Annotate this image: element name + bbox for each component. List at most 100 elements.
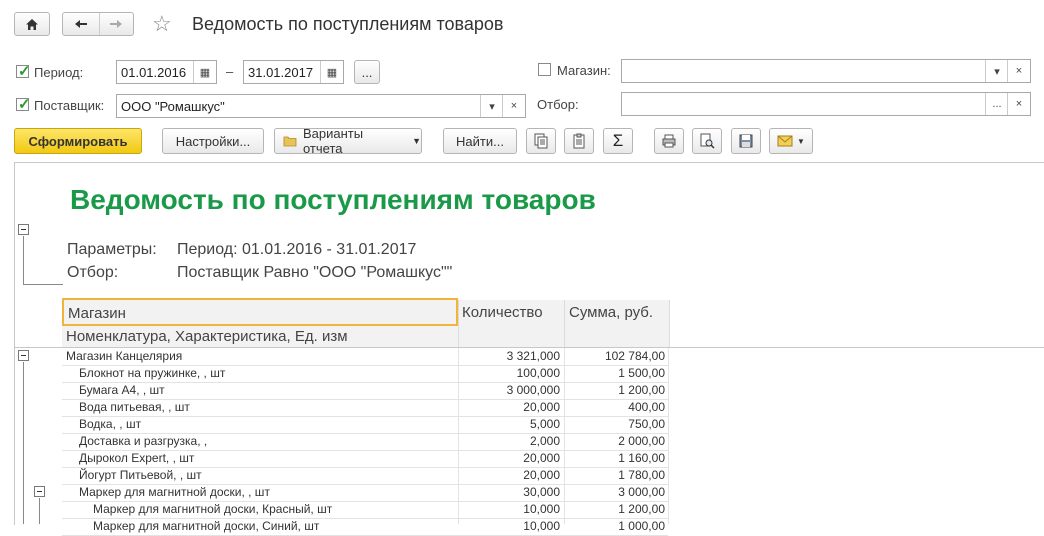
report-title: Ведомость по поступлениям товаров <box>70 184 596 215</box>
row-sum: 1 200,00 <box>618 502 665 516</box>
row-name: Маркер для магнитной доски, Красный, шт <box>93 502 333 516</box>
table-row[interactable]: Водка, , шт 5,000 750,00 <box>62 416 668 434</box>
row-sum: 3 000,00 <box>618 485 665 499</box>
period-checkbox[interactable]: ✓ <box>16 63 31 80</box>
row-sum: 1 200,00 <box>618 383 665 397</box>
table-row[interactable]: Доставка и разгрузка, , 2,000 2 000,00 <box>62 433 668 451</box>
row-name: Доставка и разгрузка, , <box>79 434 208 448</box>
table-row[interactable]: Маркер для магнитной доски, Синий, шт 10,… <box>62 518 668 536</box>
calendar-icon[interactable]: ▦ <box>193 61 216 83</box>
clear-icon[interactable]: × <box>502 95 525 117</box>
preview-button[interactable] <box>692 128 722 154</box>
row-qty: 100,000 <box>516 366 560 380</box>
header-qty-label: Количество <box>462 304 543 321</box>
table-row[interactable]: Блокнот на пружинке, , шт 100,000 1 500,00 <box>62 365 668 383</box>
find-button[interactable]: Найти... <box>443 128 517 154</box>
header-sum-label: Сумма, руб. <box>569 304 654 321</box>
col-divider-qty <box>458 348 459 524</box>
period-label: Период: <box>34 65 84 80</box>
copy-button[interactable] <box>526 128 556 154</box>
selection-label: Отбор: <box>537 97 579 112</box>
row-qty: 5,000 <box>529 417 560 431</box>
header-cell-item: Номенклатура, Характеристика, Ед. изм <box>62 326 458 348</box>
params-value: Период: 01.01.2016 - 31.01.2017 <box>177 241 417 258</box>
table-row[interactable]: Йогурт Питьевой, , шт 20,000 1 780,00 <box>62 467 668 485</box>
row-qty: 30,000 <box>523 485 560 499</box>
generate-button[interactable]: Сформировать <box>14 128 142 154</box>
home-button[interactable] <box>14 12 50 36</box>
supplier-field[interactable]: ООО "Ромашкус" ▾ × <box>116 94 526 118</box>
row-name: Водка, , шт <box>79 417 142 431</box>
sigma-icon: Σ <box>612 131 624 150</box>
row-qty: 10,000 <box>523 519 560 533</box>
period-from-field[interactable]: 01.01.2016 ▦ <box>116 60 217 84</box>
params-label: Параметры: <box>67 241 157 258</box>
outline-line <box>23 236 24 284</box>
floppy-disk-icon <box>739 134 753 148</box>
chevron-down-icon: ▼ <box>412 136 421 146</box>
supplier-checkbox[interactable]: ✓ <box>16 96 31 113</box>
filter-label: Отбор: <box>67 264 119 281</box>
header-item-label: Номенклатура, Характеристика, Ед. изм <box>66 328 348 345</box>
paste-button[interactable] <box>564 128 594 154</box>
document-copy-icon <box>534 133 548 149</box>
header-cell-shop[interactable]: Магазин <box>62 298 458 326</box>
forward-button[interactable] <box>99 13 133 35</box>
row-sum: 750,00 <box>628 417 665 431</box>
chevron-down-icon[interactable]: ▾ <box>985 60 1008 82</box>
folder-icon <box>283 136 297 147</box>
row-name: Блокнот на пружинке, , шт <box>79 366 226 380</box>
selection-field[interactable]: ... × <box>621 92 1031 116</box>
table-row[interactable]: Маркер для магнитной доски, Красный, шт 1… <box>62 501 668 519</box>
send-email-button[interactable]: ▼ <box>769 128 813 154</box>
clear-icon[interactable]: × <box>1007 93 1030 115</box>
table-row[interactable]: Дырокол Expert, , шт 20,000 1 160,00 <box>62 450 668 468</box>
document-paste-icon <box>573 133 585 149</box>
outline-line <box>23 284 63 285</box>
arrow-left-icon <box>75 20 87 28</box>
row-sum: 400,00 <box>628 400 665 414</box>
table-row[interactable]: Магазин Канцелярия 3 321,000 102 784,00 <box>62 348 668 366</box>
period-to-field[interactable]: 31.01.2017 ▦ <box>243 60 344 84</box>
row-qty: 2,000 <box>529 434 560 448</box>
table-row[interactable]: Бумага А4, , шт 3 000,000 1 200,00 <box>62 382 668 400</box>
supplier-label: Поставщик: <box>34 98 105 113</box>
period-to-value: 31.01.2017 <box>248 64 314 80</box>
row-qty: 3 321,000 <box>506 349 560 363</box>
table-row[interactable]: Вода питьевая, , шт 20,000 400,00 <box>62 399 668 417</box>
period-choose-button[interactable]: ... <box>354 60 380 84</box>
checkmark-icon: ✓ <box>18 63 31 80</box>
settings-button[interactable]: Настройки... <box>162 128 264 154</box>
save-button[interactable] <box>731 128 761 154</box>
row-sum: 102 784,00 <box>604 349 665 363</box>
chevron-down-icon[interactable]: ▾ <box>480 95 503 117</box>
more-icon[interactable]: ... <box>985 93 1008 115</box>
collapse-subgroup-icon[interactable] <box>34 486 45 497</box>
report-variants-button[interactable]: Варианты отчета ▼ <box>274 126 422 156</box>
shop-checkbox[interactable] <box>538 63 551 76</box>
row-qty: 3 000,000 <box>506 383 560 397</box>
period-dash: – <box>226 64 234 79</box>
print-button[interactable] <box>654 128 684 154</box>
collapse-group-icon[interactable] <box>18 350 29 361</box>
calendar-icon[interactable]: ▦ <box>320 61 343 83</box>
row-name: Вода питьевая, , шт <box>79 400 190 414</box>
filter-value: Поставщик Равно "ООО "Ромашкус"" <box>177 264 453 281</box>
row-qty: 20,000 <box>523 468 560 482</box>
shop-field[interactable]: ▾ × <box>621 59 1031 83</box>
row-sum: 1 160,00 <box>618 451 665 465</box>
printer-icon <box>662 134 676 148</box>
row-sum: 1 000,00 <box>618 519 665 533</box>
sum-button[interactable]: Σ <box>603 128 633 154</box>
star-icon[interactable]: ☆ <box>152 12 172 36</box>
report-variants-label: Варианты отчета <box>302 126 364 156</box>
outline-line <box>23 362 24 524</box>
row-qty: 10,000 <box>523 502 560 516</box>
row-name: Маркер для магнитной доски, , шт <box>79 485 270 499</box>
row-name: Йогурт Питьевой, , шт <box>79 468 202 482</box>
back-button[interactable] <box>63 13 100 35</box>
clear-icon[interactable]: × <box>1007 60 1030 82</box>
collapse-header-icon[interactable] <box>18 224 29 235</box>
checkmark-icon: ✓ <box>18 96 31 113</box>
table-row[interactable]: Маркер для магнитной доски, , шт 30,000 3 … <box>62 484 668 502</box>
